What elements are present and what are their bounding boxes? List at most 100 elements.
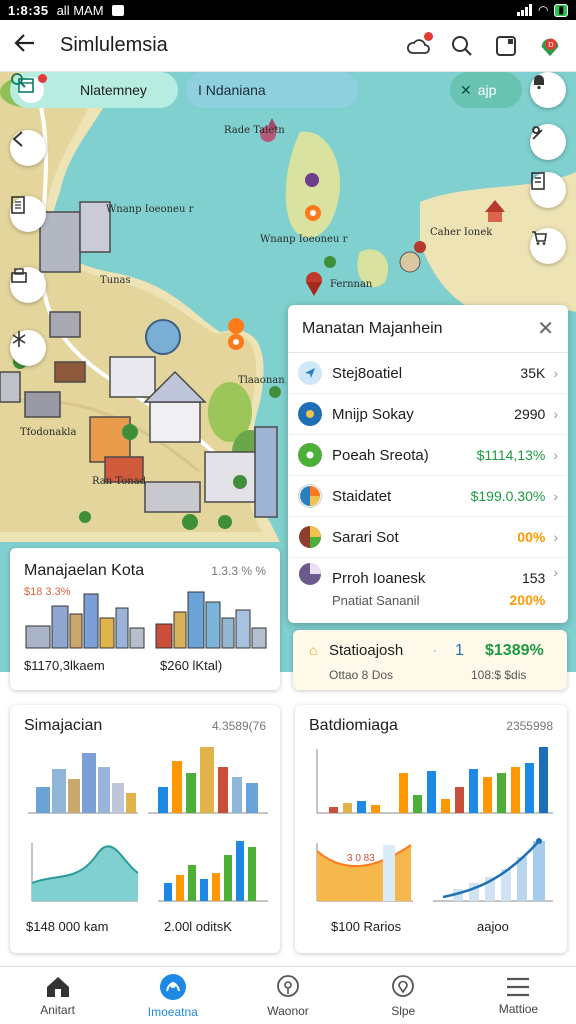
panel-row-subvalue: 200% [509, 592, 546, 608]
statistics-card[interactable]: ⌂ Statioajosh · 1 $1389% Ottao 8 Dos 108… [293, 630, 567, 690]
region-chip-label: I Ndaniana [198, 82, 266, 98]
panel-row-value: 35K [520, 365, 546, 381]
card-footer-right: $260 lKtal) [160, 658, 223, 673]
action-chip-label: ajp [477, 82, 497, 98]
card-title: Manajaelan Kota [24, 562, 145, 579]
status-bar: 1:8:35 all MAM ◠ ▮ [0, 0, 576, 20]
card-metric: 2355998 [506, 719, 553, 733]
panel-row[interactable]: Poeah Sreota) $1114,13% › [288, 435, 568, 476]
action-chip[interactable]: ✕ ajp [450, 72, 522, 108]
filter-chip[interactable]: Nlatemney [10, 72, 178, 108]
list-button[interactable] [530, 172, 566, 208]
card-percent: $1389% [485, 642, 544, 659]
nav-label: Waonor [267, 1003, 309, 1018]
city-management-card[interactable]: Manajaelan Kota 1.3.3 % % $18 3.3% $1170… [10, 548, 280, 690]
calendar-badge [38, 74, 47, 83]
card-footer-left: $100 Rarios [331, 919, 402, 934]
close-panel-button[interactable]: ✕ [537, 316, 554, 341]
analytics-card[interactable]: Batdiomiaga 2355998 3 0 83 $100 Rarios a… [295, 705, 567, 953]
panel-row-value: 2990 [514, 406, 546, 422]
document-button[interactable] [10, 196, 46, 232]
window-button[interactable] [494, 34, 518, 58]
pin-icon [277, 974, 299, 997]
cart-button[interactable] [530, 228, 566, 264]
nav-label: Mattioe [498, 1001, 539, 1016]
card-footer-left: $1170,3lkaem [24, 658, 105, 673]
map-label: Fernnan [330, 279, 373, 290]
map-label: Wnanp Ioeoneu r [106, 204, 194, 215]
signal-icon [517, 4, 532, 16]
panel-row[interactable]: Prroh Ioanesk Pnatiat Sananil 153 200% › [288, 558, 568, 620]
card-sub-right: 108:$ $dis [471, 668, 527, 682]
profile-button[interactable]: D [538, 34, 562, 58]
bell-button[interactable] [530, 72, 566, 108]
back-button[interactable] [14, 30, 44, 61]
pie-chart-icon [298, 484, 322, 508]
donut-chart-icon [298, 525, 322, 549]
panel-row[interactable]: Mnijp Sokay 2990 › [288, 394, 568, 435]
panel-row[interactable]: Staidatet $199.0.30% › [288, 476, 568, 517]
card-footer-left: $148 000 kam [26, 919, 109, 934]
map-label: Ran Tonad [92, 476, 147, 487]
nav-label: Slpe [391, 1003, 416, 1018]
card-metric: 1 [455, 642, 464, 659]
area-chart-label: 3 0 83 [347, 853, 375, 864]
search-button[interactable] [450, 34, 474, 58]
card-title: Batdiomiaga [309, 717, 398, 734]
print-button[interactable] [10, 267, 46, 303]
chevron-right-icon: › [553, 365, 558, 381]
panel-row-value: $1114,13% [476, 447, 546, 463]
leaf-icon [298, 443, 322, 467]
panel-row-value: 00% [517, 529, 546, 545]
app-bar: Simlulemsia D [0, 20, 576, 72]
compass-button[interactable] [10, 330, 46, 366]
panel-title: Manatan Majanhein [302, 319, 443, 337]
notification-icon [111, 4, 124, 16]
cloud-alert-button[interactable] [406, 31, 433, 58]
city-skyline-illustration [25, 591, 267, 649]
map-label: Rade Taletn [224, 125, 285, 136]
card-title: Statioajosh [329, 642, 404, 659]
map-icon [159, 973, 186, 1000]
panel-row[interactable]: Stej8oatiel 35K › [288, 353, 568, 394]
page-title: Simlulemsia [60, 34, 168, 56]
map-label: Tfodonakla [20, 427, 77, 438]
card-footer-right: aajoo [477, 919, 509, 934]
region-chip[interactable]: I Ndaniana [186, 72, 358, 108]
svg-text:D: D [548, 39, 553, 48]
card-metric: 1.3.3 % % [211, 564, 266, 578]
card-sub-left: Ottao 8 Dos [329, 668, 394, 682]
tools-button[interactable] [530, 124, 566, 160]
home-icon [46, 976, 69, 997]
battery-icon: ▮ [554, 3, 568, 17]
status-carrier: all MAM [56, 2, 104, 18]
draw-button[interactable] [10, 130, 46, 166]
simulation-card[interactable]: Simajacian 4.3589(76 $148 000 kam 2.00l … [10, 705, 280, 953]
location-icon [392, 974, 415, 997]
panel-row-label: Prroh Ioanesk [332, 570, 426, 587]
nav-item-home[interactable]: Anitart [0, 967, 115, 1024]
send-icon [298, 361, 322, 385]
chevron-right-icon: › [553, 447, 558, 463]
nav-item-menu[interactable]: Mattioe [461, 967, 576, 1024]
alert-badge [424, 31, 433, 41]
nav-label: Anitart [40, 1002, 75, 1017]
chevron-right-icon: › [553, 564, 558, 580]
bell-icon: ⌂ [309, 642, 318, 658]
panel-row-value: 153 [521, 570, 546, 586]
panel-row-label: Stej8oatiel [332, 364, 403, 382]
map-label: Tunas [100, 275, 131, 286]
map-label: Tlaaonan [238, 375, 285, 386]
close-icon: ✕ [460, 81, 472, 98]
nav-item-map[interactable]: Imoeatna [115, 967, 230, 1024]
nav-item-pin[interactable]: Waonor [230, 967, 345, 1024]
status-time: 1:8:35 [8, 2, 49, 18]
panel-row-label: Poeah Sreota) [332, 446, 429, 464]
simulation-charts [28, 747, 268, 902]
nav-item-location[interactable]: Slpe [346, 967, 461, 1024]
chevron-right-icon: › [553, 529, 558, 545]
chevron-right-icon: › [553, 488, 558, 504]
card-footer-right: 2.00l oditsK [164, 919, 232, 934]
search-icon [11, 73, 74, 103]
panel-row[interactable]: Sarari Sot 00% › [288, 517, 568, 558]
